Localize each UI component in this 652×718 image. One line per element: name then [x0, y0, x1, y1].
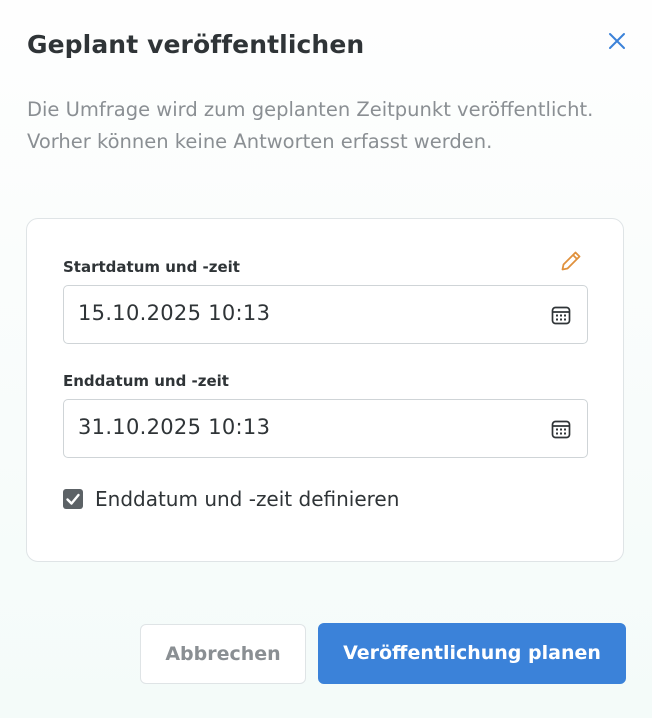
start-date-label: Startdatum und -zeit	[63, 258, 240, 276]
dialog-description: Die Umfrage wird zum geplanten Zeitpunkt…	[27, 98, 594, 153]
edit-button[interactable]	[559, 249, 583, 273]
dialog-title: Geplant veröffentlichen	[27, 30, 365, 59]
schedule-publish-button[interactable]: Veröffentlichung planen	[318, 623, 626, 684]
calendar-icon	[551, 306, 571, 325]
schedule-card: Startdatum und -zeit 15.10.2025 10:13 En…	[26, 218, 624, 562]
end-date-value: 31.10.2025 10:13	[78, 415, 271, 439]
define-end-checkbox[interactable]	[63, 489, 83, 509]
start-date-input[interactable]: 15.10.2025 10:13	[63, 285, 588, 344]
close-button[interactable]	[605, 29, 629, 53]
pencil-icon	[561, 251, 581, 271]
end-date-label: Enddatum und -zeit	[63, 372, 229, 390]
end-calendar-button[interactable]	[550, 418, 572, 440]
calendar-icon	[551, 420, 571, 439]
checkmark-icon	[66, 493, 80, 505]
close-icon	[609, 33, 625, 49]
define-end-checkbox-label[interactable]: Enddatum und -zeit definieren	[95, 487, 399, 511]
schedule-publish-dialog: Geplant veröffentlichen Die Umfrage wird…	[0, 0, 652, 718]
start-date-value: 15.10.2025 10:13	[78, 301, 271, 325]
cancel-button[interactable]: Abbrechen	[140, 624, 306, 684]
start-calendar-button[interactable]	[550, 304, 572, 326]
end-date-input[interactable]: 31.10.2025 10:13	[63, 399, 588, 458]
